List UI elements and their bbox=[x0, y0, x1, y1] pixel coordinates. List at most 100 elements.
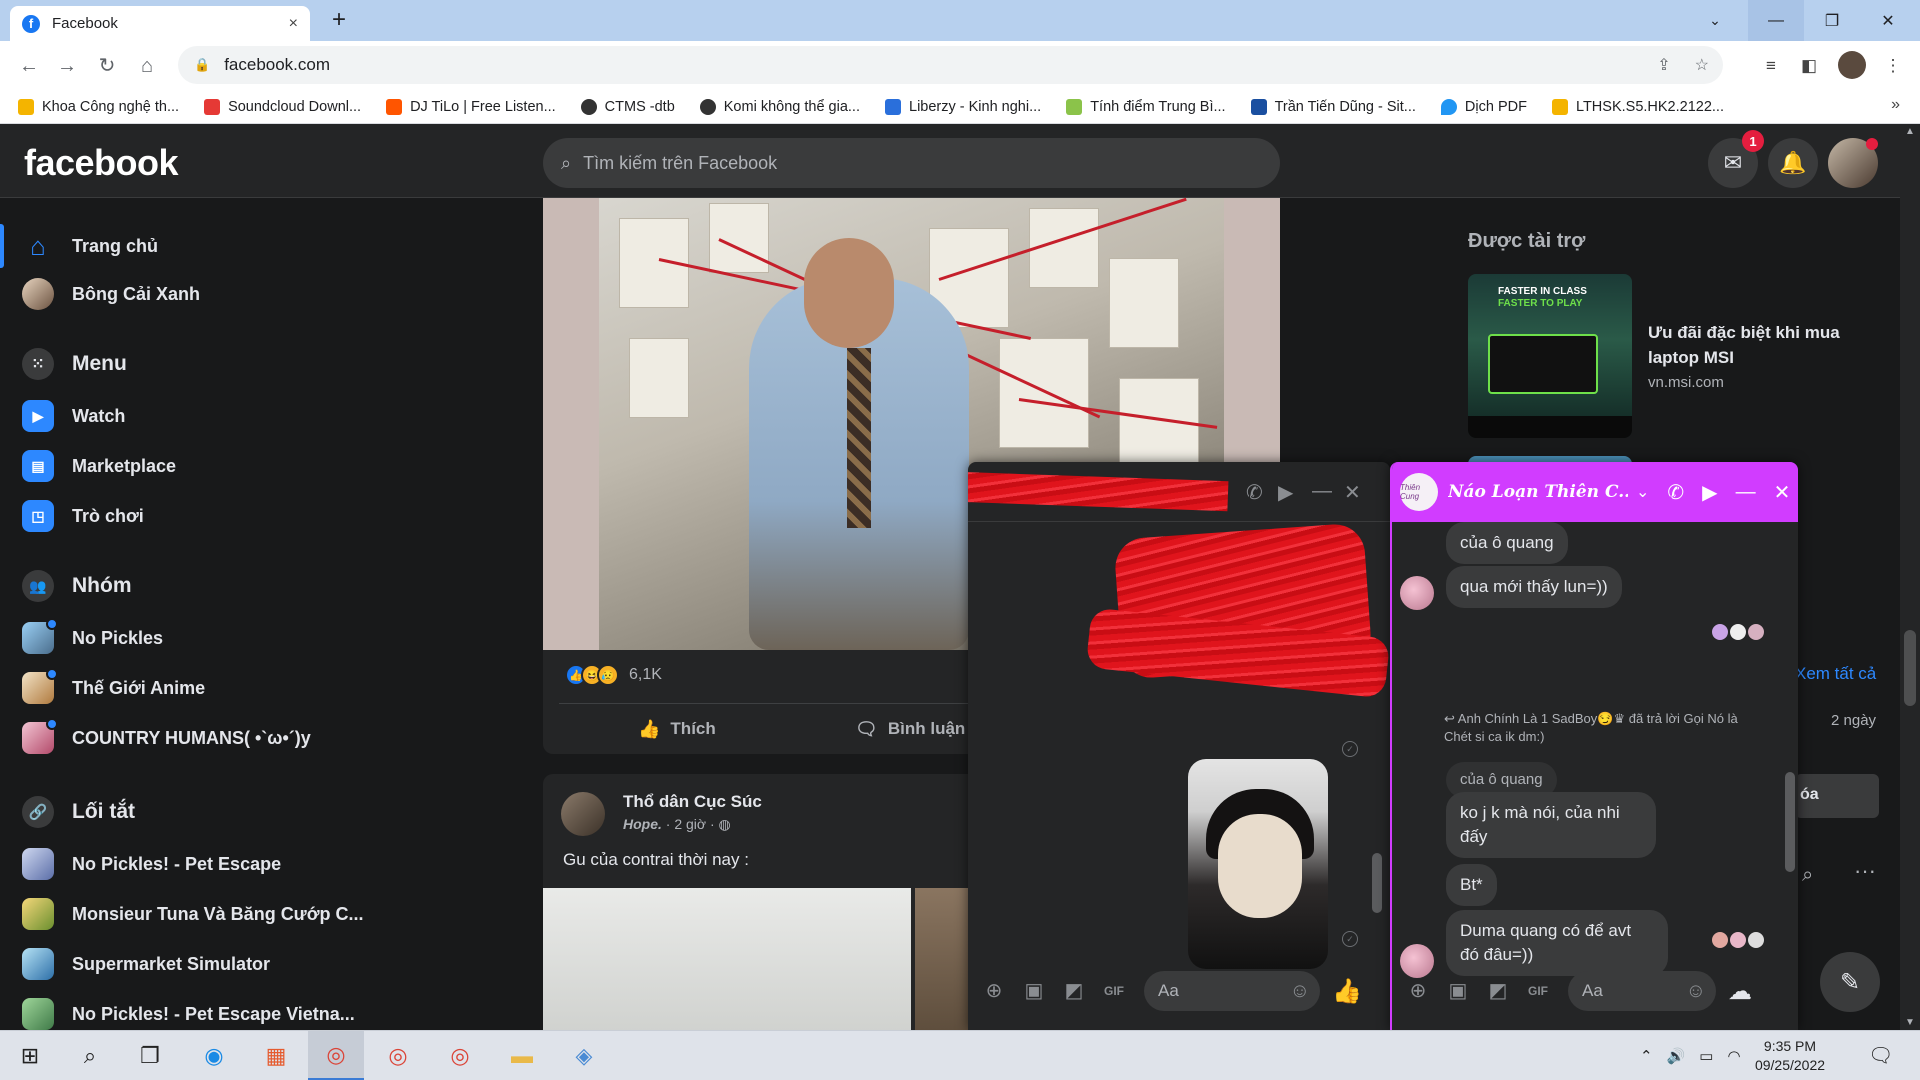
page-scrollbar[interactable]: ▲ ▼ bbox=[1900, 124, 1920, 1030]
photo-icon[interactable]: ▣ bbox=[1020, 977, 1048, 1005]
chevron-down-icon[interactable]: ⌄ bbox=[1636, 482, 1649, 502]
scroll-down-arrow-icon[interactable]: ▼ bbox=[1904, 1017, 1916, 1028]
sidebar-item-home[interactable]: ⌂ Trang chủ bbox=[0, 222, 520, 270]
see-all-link[interactable]: Xem tất cả bbox=[1795, 664, 1876, 684]
system-clock[interactable]: 9:35 PM 09/25/2022 bbox=[1750, 1037, 1830, 1075]
photo-icon[interactable]: ▣ bbox=[1444, 977, 1472, 1005]
contacts-more-icon[interactable]: ··· bbox=[1854, 858, 1876, 884]
message-input[interactable]: Aa ☺ bbox=[1568, 971, 1716, 1011]
bookmark-item[interactable]: Tính điểm Trung Bì... bbox=[1066, 98, 1226, 115]
tray-chevron-icon[interactable]: ⌃ bbox=[1640, 1047, 1653, 1065]
bookmark-star-icon[interactable]: ☆ bbox=[1695, 55, 1709, 75]
wifi-icon[interactable]: ◠ bbox=[1727, 1047, 1740, 1065]
bookmark-item[interactable]: Komi không thể gia... bbox=[699, 98, 860, 115]
ad-image[interactable]: FASTER IN CLASS FASTER TO PLAY bbox=[1468, 274, 1632, 438]
chrome-icon[interactable]: ◎ bbox=[432, 1031, 488, 1080]
browser-tab-facebook[interactable]: f Facebook × bbox=[10, 6, 310, 41]
chat-message[interactable]: Bt* bbox=[1446, 864, 1497, 906]
sidebar-item-shortcut[interactable]: No Pickles! - Pet Escape bbox=[0, 840, 520, 888]
phone-icon[interactable]: ✆ bbox=[1246, 480, 1263, 505]
chat-header[interactable]: ✆ ▶ — ✕ bbox=[968, 462, 1390, 522]
chat-photo[interactable] bbox=[1188, 759, 1328, 969]
edge-icon[interactable]: ◉ bbox=[186, 1031, 242, 1080]
facebook-logo[interactable]: facebook bbox=[24, 142, 179, 184]
video-camera-icon[interactable]: ▶ bbox=[1278, 480, 1293, 505]
bookmark-item[interactable]: Khoa Công nghệ th... bbox=[18, 98, 179, 115]
cloud-send-icon[interactable]: ☁ bbox=[1728, 977, 1752, 1006]
new-message-button[interactable]: ✎ bbox=[1820, 952, 1880, 1012]
minimize-chat-icon[interactable]: — bbox=[1736, 481, 1756, 504]
chat-name[interactable]: Náo Loạn Thiên C... bbox=[1448, 482, 1628, 502]
chat-scrollbar[interactable] bbox=[1370, 523, 1384, 952]
post-image[interactable] bbox=[543, 888, 911, 1034]
emoji-icon[interactable]: ☺ bbox=[1290, 980, 1310, 1003]
account-avatar[interactable] bbox=[1828, 138, 1878, 188]
share-icon[interactable]: ⇪ bbox=[1657, 55, 1670, 75]
bookmark-item[interactable]: CTMS -dtb bbox=[580, 98, 675, 115]
contacts-search-icon[interactable]: ⌕ bbox=[1802, 864, 1813, 887]
chat-message[interactable]: qua mới thấy lun=)) bbox=[1446, 566, 1622, 608]
sender-avatar[interactable] bbox=[1400, 576, 1434, 610]
restore-button[interactable]: ❐ bbox=[1804, 0, 1860, 41]
chat-message[interactable]: của ô quang bbox=[1446, 522, 1568, 564]
ad-title[interactable]: Ưu đãi đặc biệt khi mua laptop MSI bbox=[1648, 320, 1878, 370]
scroll-up-arrow-icon[interactable]: ▲ bbox=[1904, 126, 1916, 137]
partial-button[interactable]: óa bbox=[1795, 774, 1879, 818]
chrome-icon[interactable]: ◎ bbox=[308, 1031, 364, 1080]
sidebar-item-groups[interactable]: 👥 Nhóm bbox=[0, 562, 520, 610]
chat-scrollbar-thumb[interactable] bbox=[1785, 772, 1795, 872]
thumbs-up-send-icon[interactable]: 👍 bbox=[1332, 977, 1362, 1006]
emoji-icon[interactable]: ☺ bbox=[1686, 980, 1706, 1003]
sidebar-item-shortcut[interactable]: Supermarket Simulator bbox=[0, 940, 520, 988]
chat-avatar[interactable]: Thiên Cung bbox=[1400, 473, 1438, 511]
store-icon[interactable]: ▦ bbox=[248, 1031, 304, 1080]
sidebar-item-shortcuts[interactable]: 🔗 Lối tắt bbox=[0, 788, 520, 836]
message-input[interactable]: Aa ☺ bbox=[1144, 971, 1320, 1011]
sticker-icon[interactable]: ◩ bbox=[1060, 977, 1088, 1005]
scrollbar-thumb[interactable] bbox=[1904, 630, 1916, 706]
bookmark-item[interactable]: Liberzy - Kinh nghi... bbox=[885, 98, 1041, 115]
bookmark-item[interactable]: Dịch PDF bbox=[1440, 98, 1527, 115]
sidebar-item-watch[interactable]: ▶ Watch bbox=[0, 392, 520, 440]
sidebar-item-group[interactable]: Thế Giới Anime bbox=[0, 664, 520, 712]
new-tab-button[interactable]: + bbox=[325, 6, 353, 34]
home-icon[interactable]: ⌂ bbox=[132, 51, 162, 81]
close-chat-icon[interactable]: ✕ bbox=[1344, 480, 1361, 505]
tab-search-chevron-icon[interactable]: ⌄ bbox=[1700, 6, 1730, 34]
notification-center-icon[interactable]: 🗨 bbox=[1868, 1043, 1893, 1068]
task-view-icon[interactable]: ❐ bbox=[122, 1031, 178, 1080]
reaction-summary[interactable]: 👍 😆 😥 6,1K bbox=[565, 664, 662, 686]
post-author-name[interactable]: Thổ dân Cục Súc bbox=[623, 792, 762, 812]
sidebar-item-menu[interactable]: ⁙ Menu bbox=[0, 340, 520, 388]
more-bookmarks-button[interactable]: » bbox=[1891, 96, 1900, 114]
chat-message[interactable]: ko j k mà nói, của nhi đấy bbox=[1446, 792, 1656, 858]
bookmark-item[interactable]: DJ TiLo | Free Listen... bbox=[386, 98, 556, 115]
comment-button[interactable]: 🗨 Bình luận bbox=[855, 710, 965, 748]
windows-start-icon[interactable]: ⊞ bbox=[2, 1031, 58, 1080]
plus-circle-icon[interactable]: ⊕ bbox=[980, 977, 1008, 1005]
bookmark-item[interactable]: LTHSK.S5.HK2.2122... bbox=[1551, 98, 1724, 115]
chat-scrollbar[interactable] bbox=[1782, 522, 1798, 952]
file-explorer-icon[interactable]: ▬ bbox=[494, 1031, 550, 1080]
gif-icon[interactable]: GIF bbox=[1524, 977, 1552, 1005]
bookmark-item[interactable]: Soundcloud Downl... bbox=[204, 98, 361, 115]
chat-scrollbar-thumb[interactable] bbox=[1372, 853, 1382, 913]
sidebar-item-profile[interactable]: Bông Cải Xanh bbox=[0, 270, 520, 318]
minimize-chat-icon[interactable]: — bbox=[1312, 480, 1332, 503]
volume-icon[interactable]: 🔊 bbox=[1667, 1047, 1686, 1065]
sidebar-item-shortcut[interactable]: Monsieur Tuna Và Băng Cướp C... bbox=[0, 890, 520, 938]
search-icon[interactable]: ⌕ bbox=[62, 1031, 118, 1080]
like-button[interactable]: 👍 Thích bbox=[638, 710, 716, 748]
notifications-button[interactable]: 🔔 bbox=[1768, 138, 1818, 188]
chrome-menu-icon[interactable]: ⋮ bbox=[1880, 53, 1906, 79]
post-author-avatar[interactable] bbox=[561, 792, 605, 836]
side-panel-icon[interactable]: ◧ bbox=[1796, 53, 1822, 79]
sidebar-item-group[interactable]: No Pickles bbox=[0, 614, 520, 662]
chrome-profile-avatar[interactable] bbox=[1838, 51, 1866, 79]
gif-icon[interactable]: GIF bbox=[1100, 977, 1128, 1005]
sidebar-item-gaming[interactable]: ◳ Trò chơi bbox=[0, 492, 520, 540]
sticker-icon[interactable]: ◩ bbox=[1484, 977, 1512, 1005]
sidebar-item-group[interactable]: COUNTRY HUMANS( •`ω•´)y bbox=[0, 714, 520, 762]
bookmark-item[interactable]: Trần Tiến Dũng - Sit... bbox=[1250, 98, 1416, 115]
messenger-button[interactable]: ✉ 1 bbox=[1708, 130, 1764, 188]
